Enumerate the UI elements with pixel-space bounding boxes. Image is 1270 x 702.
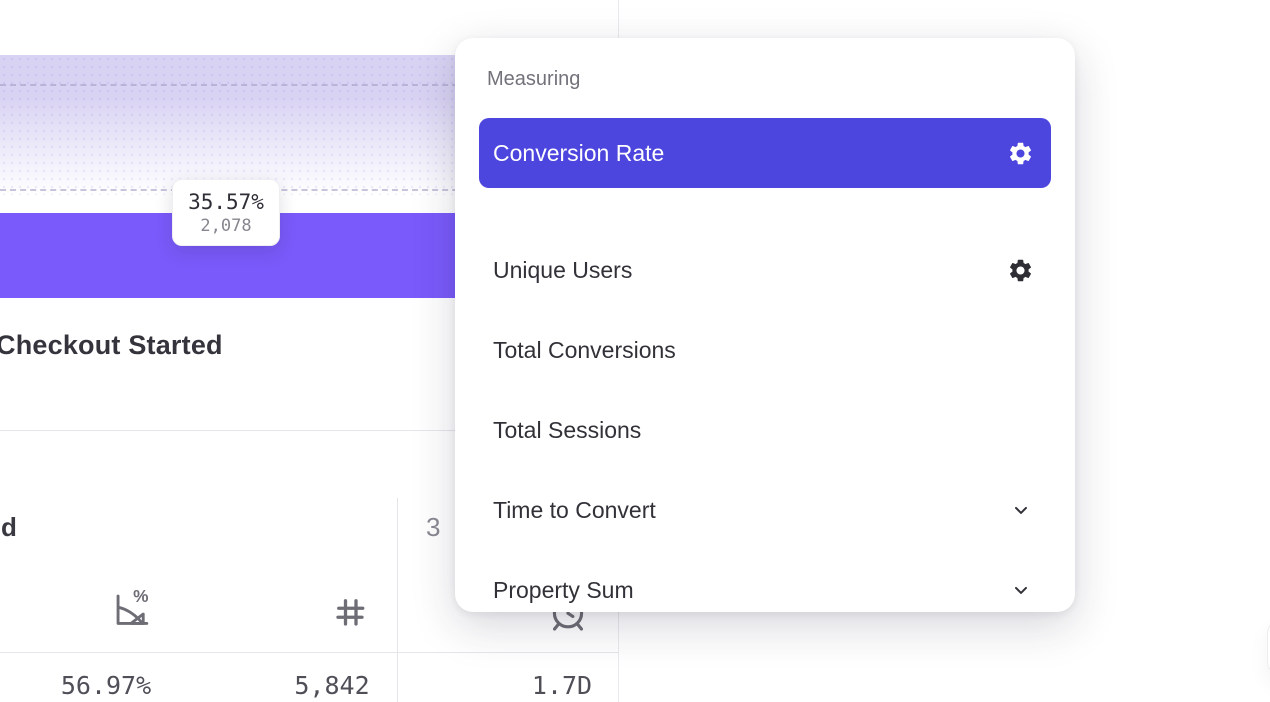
tooltip-count: 2,078 [200, 216, 251, 236]
chevron-down-icon [1011, 500, 1031, 520]
menu-item-label: Property Sum [493, 577, 1011, 604]
menu-item-label: Total Conversions [493, 337, 1035, 364]
menu-item-total-conversions[interactable]: Total Conversions [479, 315, 1051, 385]
menu-item-conversion-rate[interactable]: Conversion Rate [479, 118, 1051, 188]
menu-item-label: Conversion Rate [493, 140, 1005, 167]
svg-text:%: % [133, 586, 148, 606]
measuring-popover: Measuring Conversion Rate Unique Users T… [455, 38, 1075, 612]
menu-item-label: Total Sessions [493, 417, 1035, 444]
table-values-divider [0, 652, 619, 653]
chart-tooltip: 35.57% 2,078 [172, 179, 280, 246]
gear-icon[interactable] [1005, 138, 1035, 168]
table-cell-count: 5,842 [276, 671, 388, 700]
menu-item-time-to-convert[interactable]: Time to Convert [479, 475, 1051, 545]
menu-item-unique-users[interactable]: Unique Users [479, 235, 1051, 305]
menu-item-total-sessions[interactable]: Total Sessions [479, 395, 1051, 465]
menu-item-label: Time to Convert [493, 497, 1011, 524]
tooltip-conversion-rate: 35.57% [188, 190, 264, 214]
step-axis-label: Checkout Started [0, 330, 223, 361]
table-cell-time-to-convert: 1.7D [516, 671, 608, 700]
conversion-rate-icon: % [108, 586, 154, 632]
table-cell-conversion-rate: 56.97% [46, 671, 166, 700]
menu-item-property-sum[interactable]: Property Sum [479, 555, 1051, 625]
chevron-down-icon [1011, 580, 1031, 600]
gear-icon[interactable] [1005, 255, 1035, 285]
popover-header: Measuring [487, 68, 580, 91]
table-column-divider [397, 498, 398, 702]
table-step-label-truncated: d [1, 512, 17, 543]
table-step-number: 3 [426, 512, 440, 543]
menu-item-label: Unique Users [493, 257, 1005, 284]
count-icon [332, 594, 368, 630]
